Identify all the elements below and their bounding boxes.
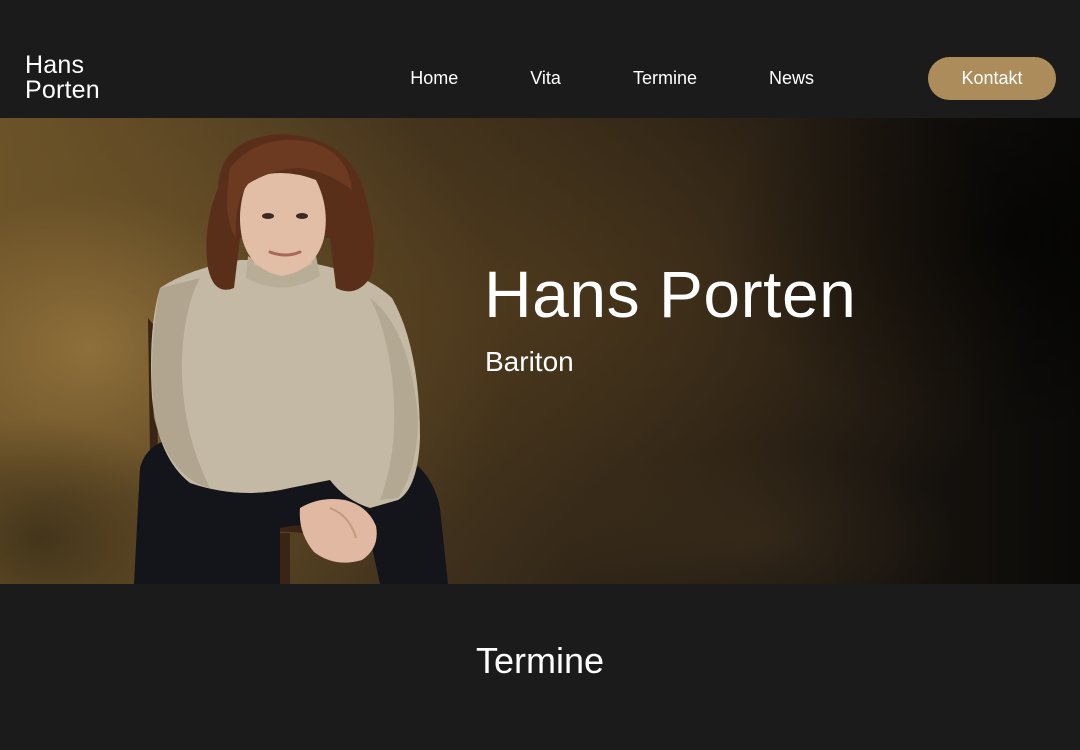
hero-title: Hans Porten (484, 257, 857, 331)
portrait-photo (134, 134, 448, 584)
nav-home[interactable]: Home (410, 68, 458, 89)
main-nav: Home Vita Termine News Kontakt (410, 57, 1056, 100)
hero-subtitle: Bariton (485, 346, 574, 377)
nav-news[interactable]: News (769, 68, 814, 89)
section-title-termine: Termine (475, 640, 605, 681)
nav-termine[interactable]: Termine (633, 68, 697, 89)
logo-line-2: Porten (25, 76, 100, 104)
site-logo[interactable]: Hans Porten (25, 53, 100, 103)
kontakt-button[interactable]: Kontakt (928, 57, 1056, 100)
site-header: Hans Porten Home Vita Termine News Konta… (0, 0, 1080, 118)
hero-banner: Hans Porten Bariton (0, 118, 1080, 584)
nav-vita[interactable]: Vita (530, 68, 561, 89)
logo-line-1: Hans (25, 51, 85, 79)
